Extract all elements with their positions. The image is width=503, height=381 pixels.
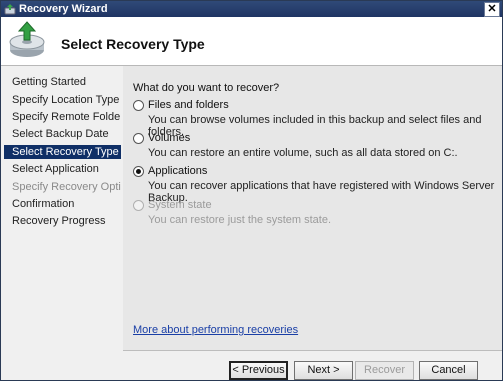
backup-restore-icon — [9, 21, 45, 57]
wizard-footer: < Previous Next > Recover Cancel — [123, 351, 502, 380]
volumes-description: You can restore an entire volume, such a… — [148, 147, 458, 159]
next-button[interactable]: Next > — [294, 361, 353, 380]
nav-step-location-type[interactable]: Specify Location Type — [4, 93, 121, 107]
close-icon: ✕ — [487, 3, 497, 15]
nav-step-recovery-progress[interactable]: Recovery Progress — [4, 214, 121, 228]
wizard-header: Select Recovery Type — [1, 17, 502, 65]
nav-step-select-application[interactable]: Select Application — [4, 162, 121, 176]
system-state-label: System state — [148, 199, 212, 211]
more-about-recoveries-link[interactable]: More about performing recoveries — [133, 324, 298, 336]
previous-button[interactable]: < Previous — [229, 361, 288, 380]
recovery-type-panel: What do you want to recover? Files and f… — [123, 66, 502, 350]
applications-radio[interactable] — [133, 166, 144, 177]
files-folders-radio[interactable] — [133, 100, 144, 111]
system-state-radio — [133, 200, 144, 211]
page-title: Select Recovery Type — [61, 36, 205, 52]
recover-button: Recover — [355, 361, 414, 380]
applications-label[interactable]: Applications — [148, 165, 207, 177]
close-button[interactable]: ✕ — [484, 2, 500, 17]
recovery-wizard-window: Recovery Wizard ✕ Select Recovery Type G… — [0, 0, 503, 381]
system-state-description: You can restore just the system state. — [148, 214, 332, 226]
wizard-steps-nav: Getting Started Specify Location Type Sp… — [1, 66, 121, 380]
cancel-button[interactable]: Cancel — [419, 361, 478, 380]
window-title: Recovery Wizard — [19, 3, 108, 15]
nav-step-backup-date[interactable]: Select Backup Date — [4, 127, 121, 141]
files-folders-label[interactable]: Files and folders — [148, 99, 229, 111]
title-bar[interactable]: Recovery Wizard ✕ — [1, 1, 502, 17]
volumes-radio[interactable] — [133, 133, 144, 144]
nav-step-recovery-options: Specify Recovery Opti... — [12, 181, 121, 193]
wizard-app-icon — [4, 4, 16, 15]
recover-question: What do you want to recover? — [133, 82, 280, 94]
nav-step-getting-started[interactable]: Getting Started — [4, 75, 121, 89]
nav-step-recovery-type[interactable]: Select Recovery Type — [4, 145, 121, 159]
files-folders-description: You can browse volumes included in this … — [148, 114, 482, 138]
volumes-label[interactable]: Volumes — [148, 132, 190, 144]
nav-step-confirmation[interactable]: Confirmation — [4, 197, 121, 211]
nav-step-remote-folder[interactable]: Specify Remote Folder — [4, 110, 121, 124]
